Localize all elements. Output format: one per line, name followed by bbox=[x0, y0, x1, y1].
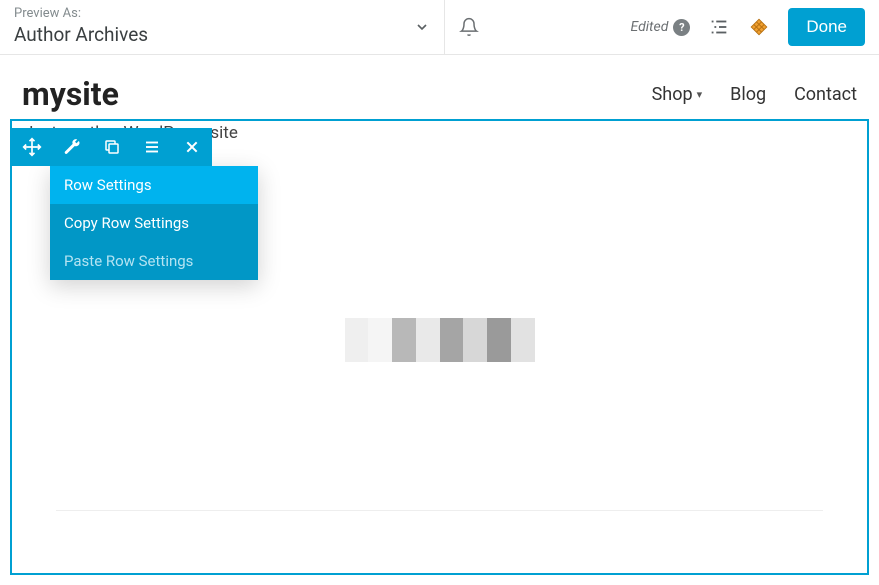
divider bbox=[56, 510, 823, 511]
nav-item-label: Shop bbox=[652, 84, 693, 105]
nav-item-contact[interactable]: Contact bbox=[794, 84, 857, 105]
dropdown-item-paste-row-settings: Paste Row Settings bbox=[50, 242, 258, 280]
preview-as-label: Preview As: bbox=[14, 6, 148, 23]
chevron-down-icon bbox=[414, 19, 430, 35]
row-settings-dropdown: Row Settings Copy Row Settings Paste Row… bbox=[50, 166, 258, 280]
preview-as-selector[interactable]: Preview As: Author Archives bbox=[0, 0, 445, 54]
duplicate-icon[interactable] bbox=[92, 128, 132, 166]
nav-item-label: Contact bbox=[794, 84, 857, 105]
row-toolbar bbox=[12, 128, 212, 166]
site-title[interactable]: mysite bbox=[22, 75, 119, 113]
nav-item-blog[interactable]: Blog bbox=[730, 84, 766, 105]
move-icon[interactable] bbox=[12, 128, 52, 166]
notifications-icon[interactable] bbox=[459, 17, 479, 37]
menu-icon[interactable] bbox=[132, 128, 172, 166]
site-header: mysite Shop ▾ Blog Contact bbox=[0, 55, 879, 119]
primary-nav: Shop ▾ Blog Contact bbox=[652, 84, 857, 105]
outline-icon[interactable] bbox=[708, 16, 730, 38]
chevron-down-icon: ▾ bbox=[697, 88, 703, 101]
dropdown-item-row-settings[interactable]: Row Settings bbox=[50, 166, 258, 204]
waffle-icon[interactable] bbox=[748, 16, 770, 38]
editor-canvas[interactable]: Just another WordPress site Row Settings… bbox=[10, 119, 869, 575]
dropdown-item-copy-row-settings[interactable]: Copy Row Settings bbox=[50, 204, 258, 242]
nav-item-shop[interactable]: Shop ▾ bbox=[652, 84, 703, 105]
wrench-icon[interactable] bbox=[52, 128, 92, 166]
preview-as-value: Author Archives bbox=[14, 23, 148, 48]
nav-item-label: Blog bbox=[730, 84, 766, 105]
done-button[interactable]: Done bbox=[788, 8, 865, 46]
edited-status: Edited ? bbox=[631, 19, 691, 36]
redacted-content bbox=[345, 318, 535, 362]
close-icon[interactable] bbox=[172, 128, 212, 166]
edited-label: Edited bbox=[631, 19, 669, 35]
help-icon[interactable]: ? bbox=[673, 19, 690, 36]
